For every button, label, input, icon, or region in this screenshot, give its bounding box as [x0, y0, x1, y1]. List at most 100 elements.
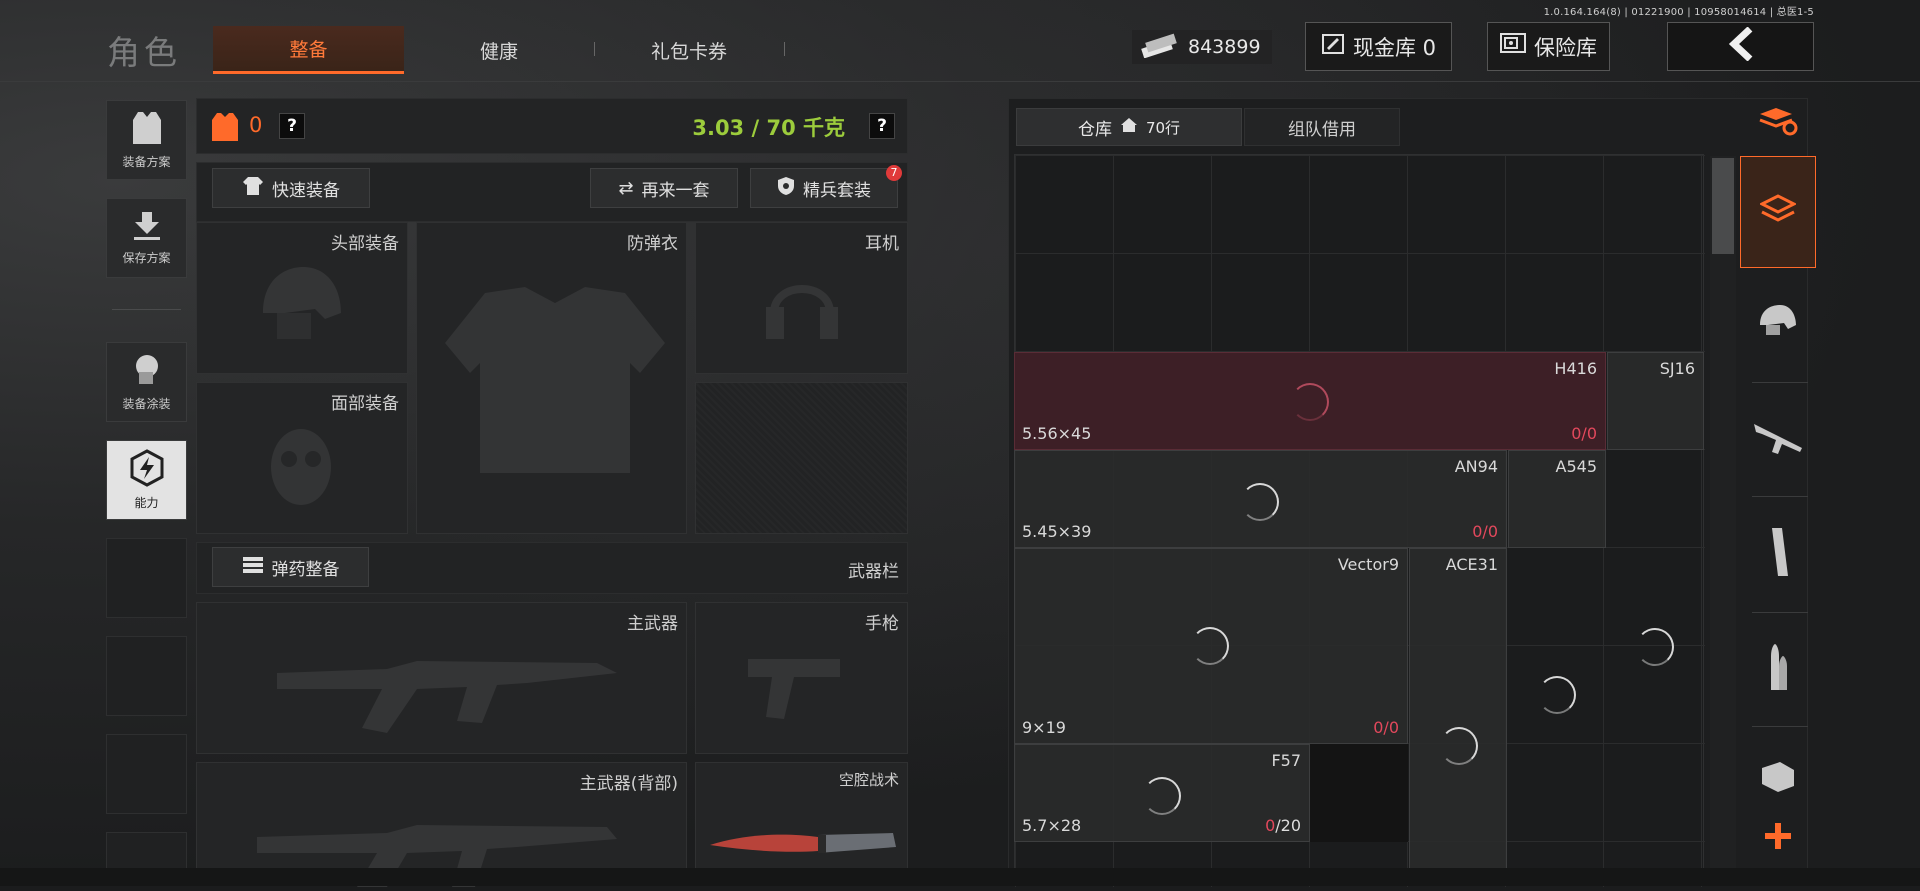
primary-weapon-slot[interactable]: 主武器: [196, 602, 687, 754]
magazine-icon: [1766, 526, 1790, 582]
bullets-icon: [1763, 642, 1793, 698]
ammo-prep-label: 弹药整备: [271, 559, 340, 580]
headset-slot[interactable]: 耳机: [695, 222, 908, 374]
spray-icon: [129, 352, 165, 391]
ability-button[interactable]: 能力: [106, 440, 187, 520]
stash-item-sj16[interactable]: SJ16: [1607, 352, 1704, 450]
retry-set-label: 再来一套: [641, 180, 710, 201]
equip-skin-button[interactable]: 装备涂装: [106, 342, 187, 422]
item-name: ACE31: [1445, 555, 1498, 574]
item-caliber: 5.45×39: [1022, 522, 1092, 541]
retry-set-button[interactable]: ⇄ 再来一套: [590, 168, 738, 208]
face-slot-label: 面部装备: [331, 394, 399, 414]
category-all-button[interactable]: [1740, 156, 1816, 268]
cash-icon: [1140, 32, 1178, 63]
pistol-label: 手枪: [865, 614, 899, 634]
plus-icon: [1763, 821, 1793, 855]
loading-spinner-icon: [1191, 627, 1229, 665]
body-armor-icon: [435, 283, 675, 487]
sidebar-empty-slot: [106, 538, 187, 618]
vest-slot[interactable]: 防弹衣: [416, 222, 687, 534]
stash-item-a545[interactable]: A545: [1508, 450, 1606, 548]
stash-item-f57[interactable]: F57 5.7×28 0/20: [1014, 744, 1310, 842]
face-slot[interactable]: 面部装备: [196, 382, 408, 534]
save-plan-button[interactable]: 保存方案: [106, 198, 187, 278]
category-ammo-button[interactable]: [1744, 620, 1812, 720]
vest-slot-label: 防弹衣: [627, 234, 678, 254]
sort-layers-button[interactable]: [1740, 100, 1816, 146]
loading-spinner-icon: [1636, 628, 1674, 666]
ammo-prep-button[interactable]: 弹药整备: [212, 547, 369, 587]
stash-item-vector9[interactable]: Vector9 9×19 0/0: [1014, 548, 1408, 744]
armor-count: 0: [249, 113, 263, 137]
sidebar-divider: [112, 309, 181, 310]
melee-label: 空腔战术: [838, 771, 899, 789]
knife-icon: [708, 825, 898, 863]
back-weapon-label: 主武器(背部): [579, 774, 678, 794]
cash-amount: 843899: [1188, 36, 1261, 58]
back-button[interactable]: [1667, 22, 1814, 71]
layers-refresh-icon: [1758, 106, 1798, 140]
helmet-icon: [1758, 303, 1798, 341]
vault-icon: [1321, 32, 1345, 61]
home-icon: [1120, 117, 1138, 138]
shirt-icon: [242, 176, 264, 201]
loading-spinner-icon: [1440, 727, 1478, 765]
add-category-button[interactable]: [1740, 810, 1816, 866]
category-helmet-button[interactable]: [1744, 272, 1812, 372]
version-text: 1.0.164.164(8) | 01221900 | 10958014614 …: [1543, 7, 1814, 18]
shield-icon: [777, 176, 795, 201]
category-rifle-button[interactable]: [1744, 390, 1812, 490]
vest-icon: [130, 110, 164, 149]
cash-display: 843899: [1132, 30, 1272, 64]
equip-plan-label: 装备方案: [122, 155, 171, 169]
pistol-icon: [744, 653, 844, 727]
scope-icon: [1758, 758, 1798, 798]
item-name: F57: [1271, 751, 1301, 770]
warehouse-label: 仓库: [1077, 119, 1112, 140]
tab-equip[interactable]: 整备: [213, 26, 404, 74]
tab-gift-vouchers[interactable]: 礼包卡券: [596, 26, 782, 74]
pistol-slot[interactable]: 手枪: [695, 602, 908, 754]
tab-health[interactable]: 健康: [404, 26, 594, 74]
tab-team-borrow[interactable]: 组队借用: [1244, 108, 1400, 146]
stash-scrollbar-thumb[interactable]: [1712, 158, 1734, 254]
head-slot[interactable]: 头部装备: [196, 222, 408, 374]
save-plan-label: 保存方案: [122, 251, 171, 265]
item-caliber: 9×19: [1022, 718, 1066, 737]
safe-icon: [1500, 33, 1526, 60]
tab-separator: [594, 42, 595, 56]
warehouse-rows: 70行: [1145, 118, 1181, 137]
weight-help-button[interactable]: ?: [869, 113, 895, 139]
layers-icon: [1758, 192, 1798, 232]
category-magazine-button[interactable]: [1744, 504, 1812, 604]
equip-plan-button[interactable]: 装备方案: [106, 100, 187, 180]
tab-warehouse[interactable]: 仓库 70行: [1016, 108, 1242, 146]
tab-separator: [784, 42, 785, 56]
item-caliber: 5.7×28: [1022, 816, 1082, 835]
ability-bolt-icon: [128, 449, 166, 490]
item-count: 0/20: [1265, 816, 1301, 835]
stash-scrollbar-track[interactable]: [1710, 156, 1736, 886]
category-divider: [1752, 726, 1808, 727]
elite-set-button[interactable]: 精兵套装: [750, 168, 898, 208]
armor-icon: [211, 111, 239, 147]
safe-button[interactable]: 保险库: [1487, 22, 1610, 71]
cash-vault-button[interactable]: 现金库 0: [1305, 22, 1452, 71]
headset-icon: [762, 263, 842, 357]
category-divider: [1752, 612, 1808, 613]
elite-badge: 7: [886, 165, 902, 181]
stash-empty-dark-cell: [1310, 744, 1408, 842]
item-count: 0/0: [1571, 424, 1597, 443]
item-count: 0/0: [1373, 718, 1399, 737]
page-title: 角色: [107, 33, 181, 72]
cash-vault-label: 现金库 0: [1352, 35, 1437, 60]
category-divider: [1752, 382, 1808, 383]
stash-item-an94[interactable]: AN94 5.45×39 0/0: [1014, 450, 1507, 548]
stash-item-ace31[interactable]: ACE31: [1409, 548, 1507, 886]
stash-item-h416[interactable]: H416 5.56×45 0/0: [1014, 352, 1606, 450]
armor-help-button[interactable]: ?: [279, 113, 305, 139]
rifle-icon: [1752, 418, 1804, 462]
quick-equip-button[interactable]: 快速装备: [212, 168, 370, 208]
weight-text: 3.03 / 70 千克: [692, 116, 845, 140]
